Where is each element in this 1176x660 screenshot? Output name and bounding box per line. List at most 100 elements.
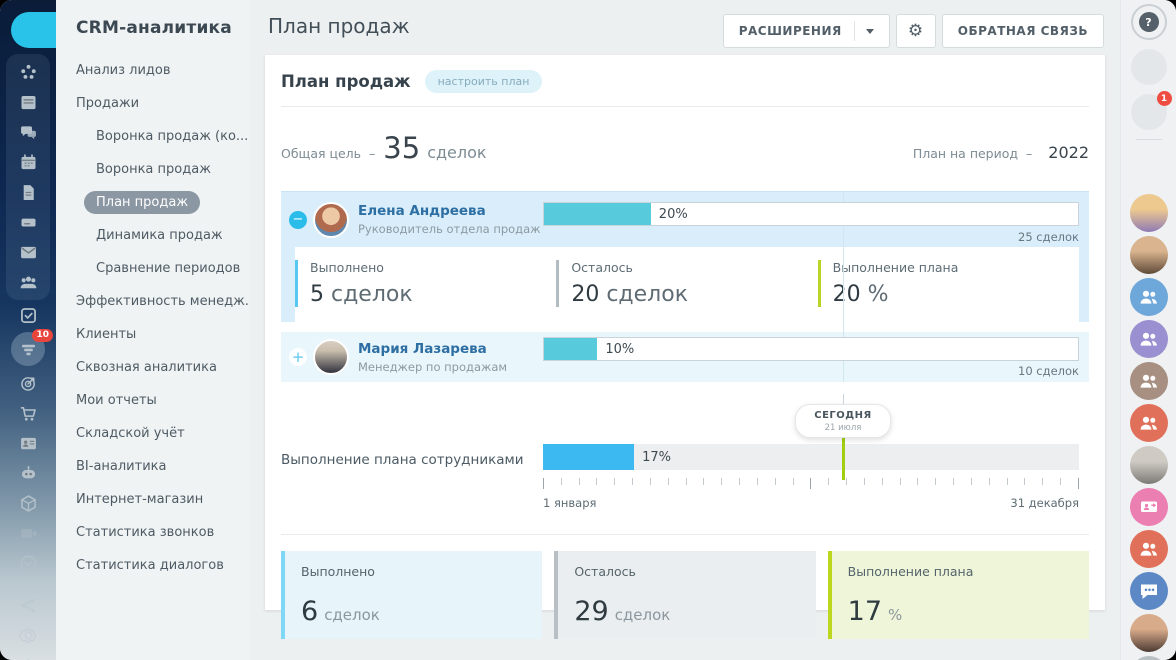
add-section-icon[interactable] [11,650,45,660]
collapse-menu-icon [18,553,39,574]
sidebar-item-online-store[interactable]: Интернет-магазин [76,493,250,507]
sidebar-item-warehouse[interactable]: Складской учёт [76,427,250,441]
video-icon [18,523,39,544]
drive-icon [18,212,39,233]
goal-value: 35 [383,131,420,165]
sidebar-item-sales[interactable]: Продажи [76,97,250,111]
avatar-chat[interactable] [1130,572,1168,610]
sidebar-item-funnel[interactable]: Воронка продаж [96,163,250,177]
timeline-tick [864,478,865,485]
video-icon[interactable] [11,518,45,548]
timeline-tick [793,478,794,485]
configure-plan-button[interactable]: настроить план [425,70,543,93]
live-feed-icon [18,62,39,83]
tasks-icon[interactable] [11,300,45,330]
crm-icon [18,339,39,360]
timeline-tick [882,478,883,485]
settings-button[interactable]: ⚙ [896,14,936,48]
crm-icon[interactable]: 10 [11,332,45,366]
mail-icon[interactable] [11,237,45,267]
stat-block: Выполнено 5 сделок [295,260,532,307]
summary-card: Выполнение плана 17% [828,551,1089,639]
stat-block: Выполнение плана 20 % [818,260,1055,307]
employee-row: + Мария Лазарева Менеджер по продажам 10… [281,332,1089,382]
sidebar: CRM-аналитика Анализ лидовПродажиВоронка… [56,0,250,660]
documents-icon[interactable] [11,177,45,207]
sidebar-item-sales-plan[interactable]: План продаж [96,196,250,210]
kanban-icon[interactable] [11,87,45,117]
extensions-button[interactable]: РАСШИРЕНИЯ [723,14,890,48]
calendar-icon [18,152,39,173]
feedback-button[interactable]: ОБРАТНАЯ СВЯЗЬ [942,14,1104,48]
share-icon[interactable] [11,590,45,620]
progress-percent: 10% [605,342,634,357]
sidebar-item-bi[interactable]: BI-аналитика [76,460,250,474]
live-feed-icon[interactable] [11,57,45,87]
avatar-group-1[interactable] [1130,278,1168,316]
collapse-sidebar-button[interactable] [11,12,56,48]
shop-icon[interactable] [11,398,45,428]
collapse-menu-icon[interactable] [11,548,45,578]
employee-name-link[interactable]: Мария Лазарева [358,341,507,357]
employee-role: Менеджер по продажам [358,360,507,374]
avatar[interactable] [313,202,349,238]
employees-icon[interactable] [11,267,45,297]
help-button[interactable]: ? [1131,4,1167,40]
messages-button[interactable]: 1 [1131,94,1167,130]
contact-center-icon[interactable] [11,428,45,458]
contact-center-icon [18,433,39,454]
notifications-button[interactable] [1131,49,1167,85]
settings-icon[interactable] [11,620,45,650]
search-button[interactable] [1131,149,1167,185]
deals-total: 10 сделок [1018,364,1079,378]
messenger-icon[interactable] [11,117,45,147]
sidebar-item-lead-analysis[interactable]: Анализ лидов [76,64,250,78]
settings-icon [18,625,39,646]
sites-icon[interactable] [11,488,45,518]
avatar-group-2[interactable] [1130,320,1168,358]
copilot-icon[interactable] [11,458,45,488]
sidebar-item-period-comparison[interactable]: Сравнение периодов [96,262,250,276]
team-progress-section: СЕГОДНЯ 21 июля Выполнение плана сотрудн… [281,428,1089,520]
sidebar-item-call-stats[interactable]: Статистика звонков [76,526,250,540]
avatar-group-4[interactable] [1130,404,1168,442]
avatar-user-4[interactable] [1130,614,1168,652]
deals-total: 25 сделок [1018,230,1079,244]
avatar-group-3[interactable] [1130,362,1168,400]
timeline-tick [686,478,687,485]
plan-card: План продаж настроить план Общая цель – … [265,55,1105,610]
timeline-tick [757,478,758,485]
avatar-screenshare[interactable] [1130,488,1168,526]
collapse-row-button[interactable]: − [289,211,307,229]
sidebar-menu: Анализ лидов Продажи Воронка продаж (ко...… [76,64,250,573]
avatar-user-5[interactable] [1130,656,1168,660]
sidebar-item-manager-efficiency[interactable]: Эффективность менедж... [76,295,250,309]
sidebar-item-dialog-stats[interactable]: Статистика диалогов [76,559,250,573]
avatar[interactable] [313,339,349,375]
today-tooltip: СЕГОДНЯ 21 июля [795,404,891,438]
sidebar-item-my-reports[interactable]: Мои отчеты [76,394,250,408]
sidebar-item-end-to-end[interactable]: Сквозная аналитика [76,361,250,375]
avatar-user-2[interactable] [1130,236,1168,274]
chevron-down-icon[interactable] [866,29,874,34]
sidebar-item-funnel-conversion[interactable]: Воронка продаж (ко... [96,130,250,144]
timeline-tick [900,478,901,485]
employee-name-link[interactable]: Елена Андреева [358,203,541,219]
expand-row-button[interactable]: + [289,348,307,366]
sidebar-item-sales-dynamics[interactable]: Динамика продаж [96,229,250,243]
sites-icon [18,493,39,514]
drive-icon[interactable] [11,207,45,237]
avatar-user-1[interactable] [1130,194,1168,232]
progress-percent: 20% [659,207,688,222]
employee-progress-bar: 20% [543,202,1079,226]
timeline-tick [846,478,847,485]
avatar-group-5[interactable] [1130,530,1168,568]
avatar-user-3[interactable] [1130,446,1168,484]
calendar-icon[interactable] [11,147,45,177]
sidebar-item-clients[interactable]: Клиенты [76,328,250,342]
employee-progress-bar: 10% [543,337,1079,361]
summary-card: Выполнено 6сделок [281,551,542,639]
marketing-icon[interactable] [11,368,45,398]
messages-badge: 1 [1157,91,1172,106]
add-section-icon [18,655,39,660]
